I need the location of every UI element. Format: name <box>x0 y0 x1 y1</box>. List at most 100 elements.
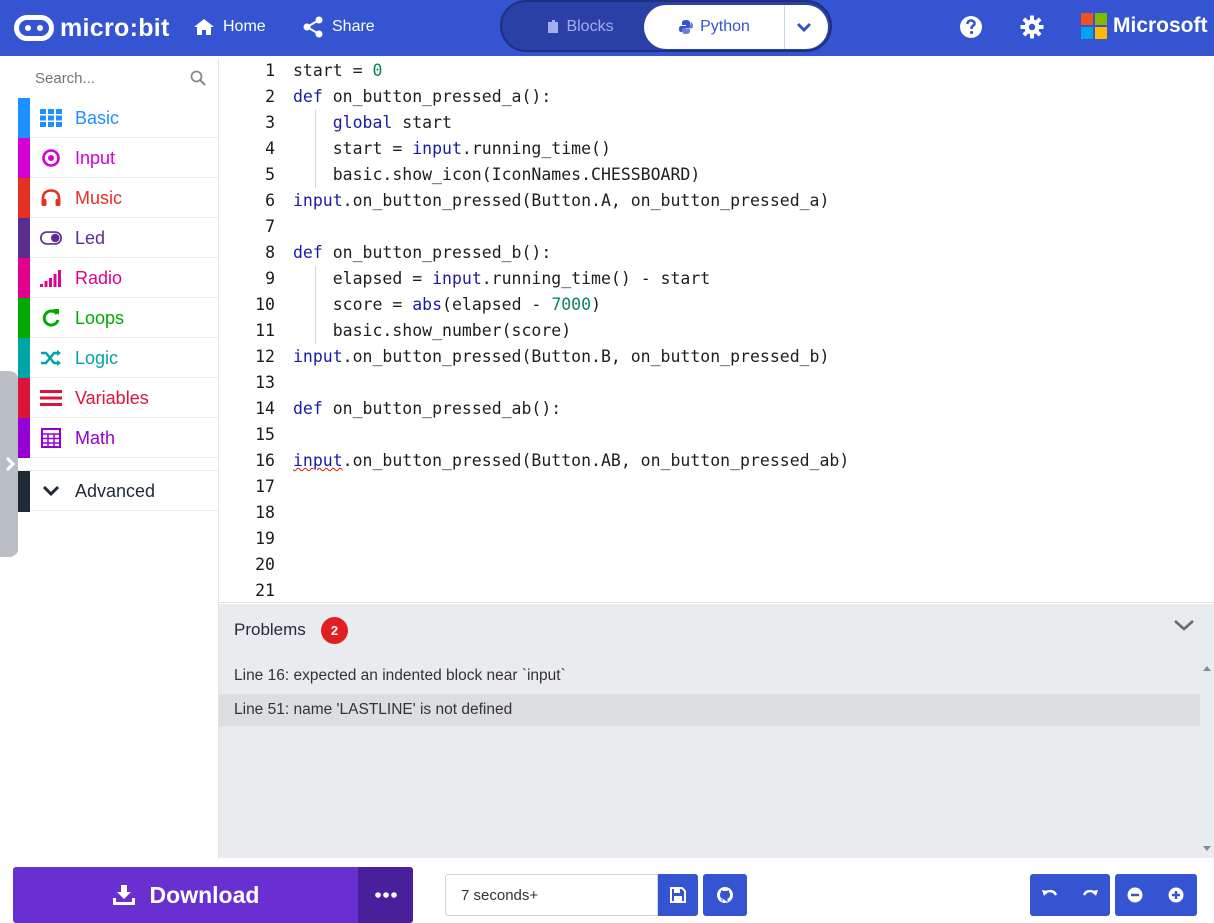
microbit-logo[interactable]: micro:bit <box>14 12 170 44</box>
project-name-input[interactable] <box>461 886 651 904</box>
category-color-bar <box>18 98 30 138</box>
scroll-up-arrow-icon[interactable] <box>1203 666 1211 671</box>
code-line[interactable]: 19 <box>219 526 1214 552</box>
code-token: input <box>432 269 482 288</box>
problems-title: Problems <box>234 620 306 639</box>
problems-scrollbar[interactable] <box>1200 658 1214 858</box>
code-line[interactable]: 2 def on_button_pressed_a(): <box>219 84 1214 110</box>
chevron-down-icon <box>40 481 62 501</box>
microbit-logo-icon <box>14 15 54 41</box>
code-text: input.on_button_pressed(Button.AB, on_bu… <box>293 448 849 474</box>
code-line[interactable]: 1 start = 0 <box>219 58 1214 84</box>
code-line[interactable]: 8 def on_button_pressed_b(): <box>219 240 1214 266</box>
line-number: 19 <box>255 529 275 548</box>
project-name-field <box>445 874 658 916</box>
blocks-label: Blocks <box>566 18 614 35</box>
code-line[interactable]: 4 start = input.running_time() <box>219 136 1214 162</box>
app-window: micro:bit Home Share Blocks Python Micro… <box>0 0 1214 923</box>
microsoft-logo[interactable]: Microsoft <box>1081 13 1208 39</box>
code-line[interactable]: 7 <box>219 214 1214 240</box>
line-number: 15 <box>255 425 275 444</box>
code-line[interactable]: 16 input.on_button_pressed(Button.AB, on_… <box>219 448 1214 474</box>
redo-button[interactable] <box>1070 874 1110 916</box>
category-label: Math <box>75 428 116 448</box>
code-token: basic.show_icon(IconNames.CHESSBOARD) <box>293 165 701 184</box>
code-line[interactable]: 5 basic.show_icon(IconNames.CHESSBOARD) <box>219 162 1214 188</box>
category-color-bar <box>18 298 30 338</box>
simulator-expand-handle[interactable] <box>0 371 19 557</box>
download-more-button[interactable] <box>358 867 413 923</box>
code-line[interactable]: 15 <box>219 422 1214 448</box>
category-loops[interactable]: Loops <box>18 298 218 338</box>
problem-item[interactable]: Line 16: expected an indented block near… <box>219 660 1200 692</box>
category-basic[interactable]: Basic <box>18 98 218 138</box>
category-label: Loops <box>75 308 125 328</box>
problem-item[interactable]: Line 51: name 'LASTLINE' is not defined <box>219 694 1200 726</box>
code-line[interactable]: 18 <box>219 500 1214 526</box>
code-text: elapsed = input.running_time() - start <box>293 266 711 292</box>
search-icon[interactable] <box>190 70 206 86</box>
code-token: start = <box>293 61 373 80</box>
code-line[interactable]: 12 input.on_button_pressed(Button.B, on_b… <box>219 344 1214 370</box>
blocks-mode-button[interactable]: Blocks <box>516 12 644 42</box>
category-led[interactable]: Led <box>18 218 218 258</box>
category-color-bar <box>18 138 30 178</box>
code-line[interactable]: 20 <box>219 552 1214 578</box>
line-number: 11 <box>255 321 275 340</box>
download-button[interactable]: Download <box>13 867 358 923</box>
code-text: basic.show_icon(IconNames.CHESSBOARD) <box>293 162 701 188</box>
category-math[interactable]: Math <box>18 418 218 458</box>
line-number: 10 <box>255 295 275 314</box>
app-name: micro:bit <box>60 13 170 42</box>
undo-icon <box>1042 889 1058 896</box>
help-button[interactable] <box>959 15 983 39</box>
category-logic[interactable]: Logic <box>18 338 218 378</box>
line-number: 4 <box>265 139 275 158</box>
code-line[interactable]: 17 <box>219 474 1214 500</box>
settings-button[interactable] <box>1020 15 1044 39</box>
scroll-down-arrow-icon[interactable] <box>1203 846 1211 851</box>
code-token: on_button_pressed_ab(): <box>322 399 562 418</box>
category-radio[interactable]: Radio <box>18 258 218 298</box>
zoom-out-button[interactable] <box>1115 874 1155 916</box>
line-number: 17 <box>255 477 275 496</box>
code-line[interactable]: 11 basic.show_number(score) <box>219 318 1214 344</box>
grid-icon <box>40 108 62 128</box>
undo-redo-group <box>1030 874 1110 916</box>
save-button[interactable] <box>658 874 698 916</box>
share-button[interactable]: Share <box>302 14 375 40</box>
share-label: Share <box>332 18 375 35</box>
code-token: 0 <box>372 61 383 80</box>
code-line[interactable]: 14 def on_button_pressed_ab(): <box>219 396 1214 422</box>
undo-button[interactable] <box>1030 874 1070 916</box>
code-token: (elapsed - <box>442 295 552 314</box>
code-editor[interactable]: 1 start = 0 2 def on_button_pressed_a(): 3 g… <box>219 58 1214 603</box>
chevron-right-icon <box>5 456 15 472</box>
category-variables[interactable]: Variables <box>18 378 218 418</box>
language-dropdown-button[interactable] <box>784 5 828 49</box>
code-line[interactable]: 6 input.on_button_pressed(Button.A, on_bu… <box>219 188 1214 214</box>
home-button[interactable]: Home <box>193 14 266 40</box>
code-line[interactable]: 9 elapsed = input.running_time() - start <box>219 266 1214 292</box>
gear-icon <box>1020 15 1044 39</box>
problems-collapse-button[interactable] <box>1173 618 1195 637</box>
category-input[interactable]: Input <box>18 138 218 178</box>
code-token: ) <box>591 295 601 314</box>
python-mode-button[interactable]: Python <box>644 5 784 49</box>
toolbox-search-input[interactable] <box>35 69 185 87</box>
zoom-in-button[interactable] <box>1156 874 1196 916</box>
category-advanced[interactable]: Advanced <box>18 470 218 512</box>
code-line[interactable]: 21 <box>219 578 1214 602</box>
code-token: elapsed = <box>293 269 433 288</box>
bottom-toolbar: Download <box>0 858 1214 923</box>
code-line[interactable]: 13 <box>219 370 1214 396</box>
refresh-icon <box>40 308 62 328</box>
github-button[interactable] <box>703 874 747 916</box>
zoom-out-icon <box>1127 887 1143 903</box>
category-music[interactable]: Music <box>18 178 218 218</box>
code-line[interactable]: 3 global start <box>219 110 1214 136</box>
code-token: on_button_pressed_a(): <box>322 87 552 106</box>
code-token: input <box>412 139 462 158</box>
microsoft-logo-icon <box>1081 13 1107 39</box>
code-line[interactable]: 10 score = abs(elapsed - 7000) <box>219 292 1214 318</box>
